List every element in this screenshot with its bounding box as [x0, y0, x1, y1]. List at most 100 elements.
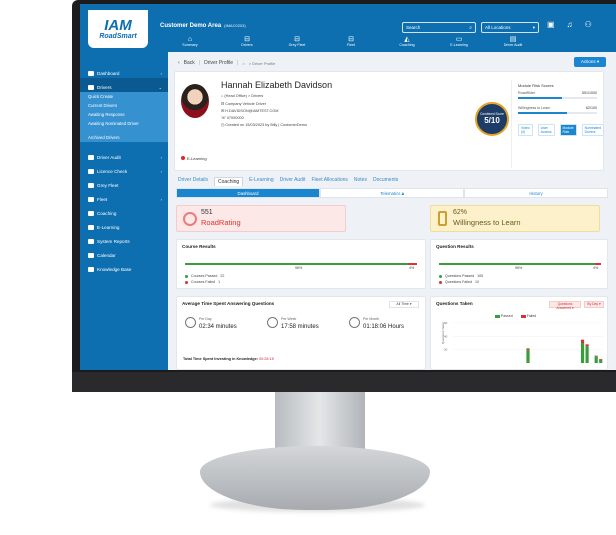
legend-count: 1: [218, 280, 221, 284]
legend-count: 105: [477, 274, 484, 278]
main-content: ‹ Back | Driver Profile | ⌂ > Driver Pro…: [168, 52, 616, 370]
time-range-select[interactable]: All Time ▾: [389, 301, 419, 308]
car-icon: ⊟: [244, 36, 250, 43]
total-time-value: 00:28:15: [259, 357, 274, 361]
road-rating-label: RoadRating: [201, 218, 241, 227]
legend-label: Courses Passed: [191, 274, 218, 278]
question-results-title: Question Results: [436, 244, 474, 249]
sidebar-subitem-current-drivers[interactable]: Current Drivers: [80, 101, 168, 110]
nav-coaching[interactable]: ◭ Coaching: [392, 36, 422, 47]
actions-label: Actions: [580, 59, 596, 64]
nav-fleet[interactable]: ⊟ Fleet: [336, 36, 366, 47]
home-icon[interactable]: ⌂: [242, 61, 244, 66]
nav-drivers[interactable]: ⊟ Drivers: [232, 36, 262, 47]
bell-icon[interactable]: ♫: [567, 20, 573, 29]
chevron-right-icon: ›: [160, 70, 162, 76]
sidebar-item-elearning[interactable]: E-Learning: [80, 218, 168, 232]
tab-driver-details[interactable]: Driver Details: [178, 177, 208, 186]
sidebar-item-label: Fleet: [97, 196, 108, 202]
sidebar-item-label: System Reports: [97, 238, 130, 244]
detail-created-text: Created on 15/03/2023 by Billy | Custome…: [225, 123, 307, 127]
grad-cap-icon: ◭: [404, 36, 410, 43]
sidebar-item-label: E-Learning: [97, 224, 120, 230]
nav-grey-fleet-label: Grey Fleet: [288, 43, 306, 47]
subtab-dashboard[interactable]: Dashboard: [176, 188, 320, 198]
risk-value: 62/100: [586, 106, 597, 110]
actions-button[interactable]: Actions ▾: [574, 57, 606, 67]
nav-grey-fleet[interactable]: ⊟ Grey Fleet: [282, 36, 312, 47]
sidebar-item-licence-check[interactable]: Licence Check ›: [80, 162, 168, 176]
sidebar-item-coaching[interactable]: Coaching: [80, 204, 168, 218]
risk-tab-user-access[interactable]: User Access: [537, 124, 555, 136]
time-range-value: All Time: [396, 302, 409, 306]
calendar-icon[interactable]: ▣: [547, 20, 555, 29]
course-passed-pct: 96%: [295, 266, 303, 270]
clipboard-icon: [88, 154, 94, 160]
search-icon[interactable]: ⌕: [469, 25, 472, 31]
sidebar-item-grey-fleet[interactable]: Grey Fleet: [80, 176, 168, 190]
driver-name: Hannah Elizabeth Davidson: [221, 80, 333, 90]
time-per-week: Per Week 17:58 minutes: [267, 317, 319, 330]
sidebar-item-label: Dashboard: [97, 70, 120, 76]
risk-tab-module-risk[interactable]: Module Risk: [559, 124, 577, 136]
course-results-title: Course Results: [182, 244, 216, 249]
legend-count: 22: [220, 274, 225, 278]
bar-failed: [594, 355, 598, 357]
subtab-history[interactable]: History: [464, 188, 608, 198]
risk-tab-nominated[interactable]: Nominated Drivers: [581, 124, 605, 136]
sidebar-item-calendar[interactable]: Calendar: [80, 246, 168, 260]
period-select[interactable]: By Day ▾: [584, 301, 604, 308]
metric-value: Questions Answered: [556, 302, 573, 310]
tab-coaching[interactable]: Coaching: [214, 177, 244, 186]
sidebar-item-drivers[interactable]: Drivers ⌄: [80, 78, 168, 92]
sidebar-item-label: Knowledge Base: [97, 266, 132, 272]
sidebar-subitem-awaiting-nominated[interactable]: Awaiting Nominated Driver: [80, 119, 168, 133]
tab-fleet-allocations[interactable]: Fleet Allocations: [311, 177, 347, 186]
bar-failed: [526, 348, 530, 350]
sidebar-item-knowledge-base[interactable]: Knowledge Base: [80, 260, 168, 274]
metric-select[interactable]: Questions Answered ▾: [549, 301, 581, 310]
back-link[interactable]: Back: [184, 60, 195, 66]
sidebar-item-label: Driver Audit: [97, 154, 121, 160]
nav-summary[interactable]: ⌂ Summary: [175, 36, 205, 47]
bar-passed: [526, 349, 530, 363]
drivers-submenu: Quick Create Current Drivers Awaiting Re…: [80, 92, 168, 142]
legend-swatch: [520, 314, 526, 318]
subtab-telematics[interactable]: Telematics 🔒︎: [320, 188, 464, 198]
nav-elearning[interactable]: ▭ E-Learning: [444, 36, 474, 47]
sidebar-subitem-awaiting-response[interactable]: Awaiting Response: [80, 110, 168, 119]
sidebar-item-label: Grey Fleet: [97, 182, 119, 188]
total-time: Total Time Spent Investing in Knowledge:…: [183, 357, 274, 361]
tab-documents[interactable]: Documents: [373, 177, 398, 186]
sidebar-item-system-reports[interactable]: System Reports: [80, 232, 168, 246]
back-icon[interactable]: ‹: [178, 60, 180, 66]
time-spent-title: Average Time Spent Answering Questions: [182, 301, 275, 306]
logo-mark: IAM: [104, 17, 132, 34]
coaching-subtabs: Dashboard Telematics 🔒︎ History: [176, 188, 608, 198]
tab-notes[interactable]: Notes: [354, 177, 367, 186]
time-value: 01:18:06 Hours: [363, 324, 405, 330]
legend-label: Courses Failed: [191, 280, 216, 284]
risk-tab-video[interactable]: Video (0): [518, 124, 533, 136]
sidebar-item-driver-audit[interactable]: Driver Audit ›: [80, 148, 168, 162]
sidebar-item-dashboard[interactable]: Dashboard ›: [80, 64, 168, 78]
time-per-day: Per Day 02:34 minutes: [185, 317, 237, 330]
legend-label: Questions Passed: [445, 274, 475, 278]
time-period: Per Month: [363, 317, 380, 321]
search-input[interactable]: Search ⌕: [402, 22, 476, 33]
course-results-panel: Course Results 96% 4% Courses Passed 22 C…: [176, 239, 426, 289]
location-select[interactable]: All Locations ▾: [481, 22, 539, 33]
y-tick-label: 40: [444, 334, 448, 338]
tab-driver-audit[interactable]: Driver Audit: [280, 177, 306, 186]
sidebar-subitem-archived-drivers[interactable]: Archived Drivers: [80, 133, 168, 142]
area-name: Customer Demo Area: [160, 23, 222, 29]
user-icon[interactable]: ⚇: [585, 20, 592, 29]
sidebar-item-fleet[interactable]: Fleet ›: [80, 190, 168, 204]
nav-driver-audit[interactable]: ▤ Driver Audit: [498, 36, 528, 47]
bar-passed: [594, 356, 598, 363]
sidebar-subitem-quick-create[interactable]: Quick Create: [80, 92, 168, 101]
tab-elearning[interactable]: E-Learning: [249, 177, 273, 186]
course-failed-pct: 4%: [409, 266, 415, 270]
risk-value: 551/1000: [582, 91, 597, 95]
willingness-label: Willingness to Learn: [453, 218, 521, 227]
